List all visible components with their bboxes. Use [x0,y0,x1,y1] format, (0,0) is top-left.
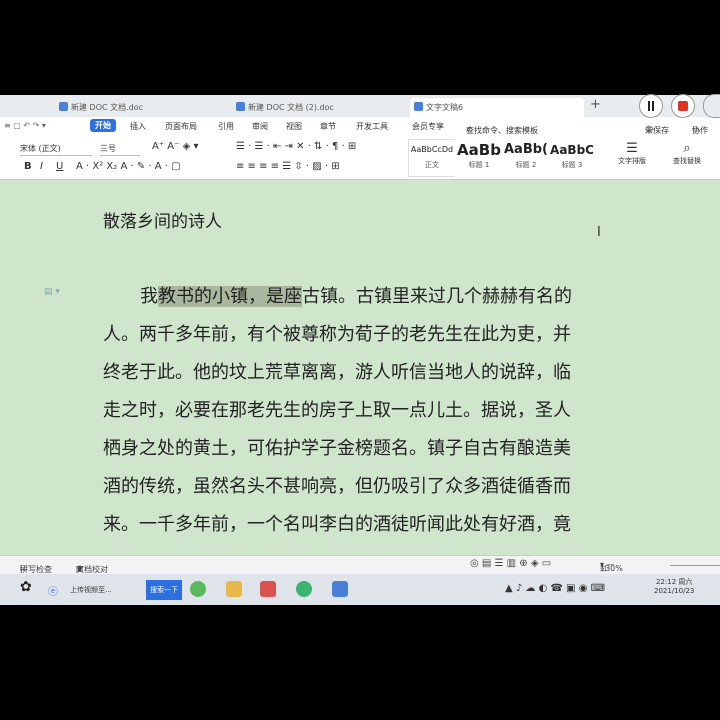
menu-developer[interactable]: 开发工具 [356,121,388,132]
font-size-select[interactable]: 三号 [100,143,140,156]
menu-member[interactable]: 会员专享 [412,121,444,132]
folder-icon[interactable] [226,581,242,597]
menu-view[interactable]: 视图 [286,121,302,132]
active-task[interactable]: 搜索一下 [146,580,182,600]
status-bar: ☑ 拼写检查 ▣ 文档校对 ◎ ▤ ☰ ▥ ⊕ ◈ ▭ ⊡ 130% ▾ — [0,555,720,575]
document-canvas[interactable]: 散落乡间的诗人 I ▤ ▾ 我教书的小镇，是座古镇。古镇里来过几个赫赫有名的 人… [0,180,720,555]
text-layout-icon: ☰ [626,141,638,156]
align-buttons[interactable]: ≡ ≡ ≡ ≡ ☰ ⇳ · ▨ · ⊞ [236,161,340,172]
char-format-buttons[interactable]: A · X² X₂ A · ✎ · A · ▢ [76,161,181,172]
menu-sections[interactable]: 章节 [320,121,336,132]
font-family-select[interactable]: 宋体 (正文) [20,143,92,156]
text-selection: 教书的小镇，是座 [158,286,302,307]
tab-doc-3-active[interactable]: 文字文稿6 [410,98,584,117]
style-normal[interactable]: AaBbCcDd 正文 [408,139,456,177]
style-heading-3[interactable]: AaBbC 标题 3 [548,139,596,177]
underline-button[interactable]: U [56,161,63,172]
wps-icon[interactable] [260,581,276,597]
zoom-slider[interactable] [670,565,720,566]
stop-recording-button[interactable] [671,94,695,118]
menu-insert[interactable]: 插入 [130,121,146,132]
document-title: 散落乡间的诗人 [103,212,222,232]
ribbon-toolbar: 宋体 (正文) 三号 A⁺ A⁻ ◈ ▾ B I U A · X² X₂ A ·… [0,135,720,180]
recorder-controls [637,94,720,118]
browser-icon[interactable]: ⓔ [48,583,58,598]
doc-icon [236,102,245,111]
font-size-buttons[interactable]: A⁺ A⁻ ◈ ▾ [152,141,198,152]
magnifier-icon: ⌕ [683,141,691,156]
tab-doc-1[interactable]: 新建 DOC 文档.doc [55,98,209,117]
text-cursor-icon: I [597,225,601,240]
paragraph-line-5: 栖身之处的黄土，可佑护学子金榜题名。镇子自古有酿造美 [103,438,571,459]
doc-icon [59,102,68,111]
os-taskbar: ✿ ⓔ 上传视频至... 搜索一下 ▲ ♪ ☁ ◐ ☎ ▣ ◉ ⌨ 22:12 … [0,574,720,605]
style-heading-1[interactable]: AaBb 标题 1 [455,139,503,177]
menu-page-layout[interactable]: 页面布局 [165,121,197,132]
chat-icon[interactable] [296,581,312,597]
app-icon-green[interactable] [190,581,206,597]
pause-recording-button[interactable] [639,94,663,118]
italic-button[interactable]: I [40,161,43,172]
paragraph-line-7: 来。一千多年前，一个名叫李白的酒徒听闻此处有好酒，竟 [103,514,571,535]
menu-bar: ≡ ▢ ↶ ↷ ▾ 开始 插入 页面布局 引用 审阅 视图 章节 开发工具 会员… [0,117,720,135]
clock[interactable]: 22:12 周六 2021/10/23 [654,577,694,595]
browser-task[interactable]: 上传视频至... [70,585,112,595]
app-window: 新建 DOC 文档.doc 新建 DOC 文档 (2).doc 文字文稿6 + … [0,95,720,605]
tab-bar: 新建 DOC 文档.doc 新建 DOC 文档 (2).doc 文字文稿6 + [0,95,720,117]
tray-icons[interactable]: ▲ ♪ ☁ ◐ ☎ ▣ ◉ ⌨ [505,583,605,594]
tab-doc-2[interactable]: 新建 DOC 文档 (2).doc [232,98,406,117]
menu-references[interactable]: 引用 [218,121,234,132]
paragraph-line-2: 人。两千多年前，有个被尊称为荀子的老先生在此为吏，并 [103,324,571,345]
quick-access-icons[interactable]: ≡ ▢ ↶ ↷ ▾ [4,121,46,130]
paragraph-line-3: 终老于此。他的坟上荒草离离，游人听信当地人的说辞，临 [103,362,571,383]
menu-start[interactable]: 开始 [90,119,116,132]
menu-review[interactable]: 审阅 [252,121,268,132]
text-layout-button[interactable]: ☰ 文字排版 [612,141,652,166]
view-mode-buttons[interactable]: ◎ ▤ ☰ ▥ ⊕ ◈ ▭ [470,558,551,569]
start-menu-icon[interactable]: ✿ [20,579,36,595]
video-icon[interactable] [332,581,348,597]
style-heading-2[interactable]: AaBb( 标题 2 [502,139,550,177]
zoom-level[interactable]: ⊡ 130% ▾ — [600,560,623,573]
bold-button[interactable]: B [24,161,32,172]
find-replace-button[interactable]: ⌕ 查找替换 [665,141,709,166]
paragraph-line-4: 走之时，必要在那老先生的房子上取一点儿土。据说，圣人 [103,400,571,421]
paragraph-line-1: 我教书的小镇，是座古镇。古镇里来过几个赫赫有名的 [140,286,572,307]
paragraph-handle-icon[interactable]: ▤ ▾ [44,287,60,297]
paragraph-line-6: 酒的传统，虽然名头不甚响亮，但仍吸引了众多酒徒循香而 [103,476,571,497]
list-buttons[interactable]: ☰ · ☰ · ⇤ ⇥ ✕ · ⇅ · ¶ · ⊞ [236,141,356,152]
new-tab-button[interactable]: + [590,97,601,112]
recorder-extra-button[interactable] [703,94,720,118]
doc-icon [414,102,423,111]
